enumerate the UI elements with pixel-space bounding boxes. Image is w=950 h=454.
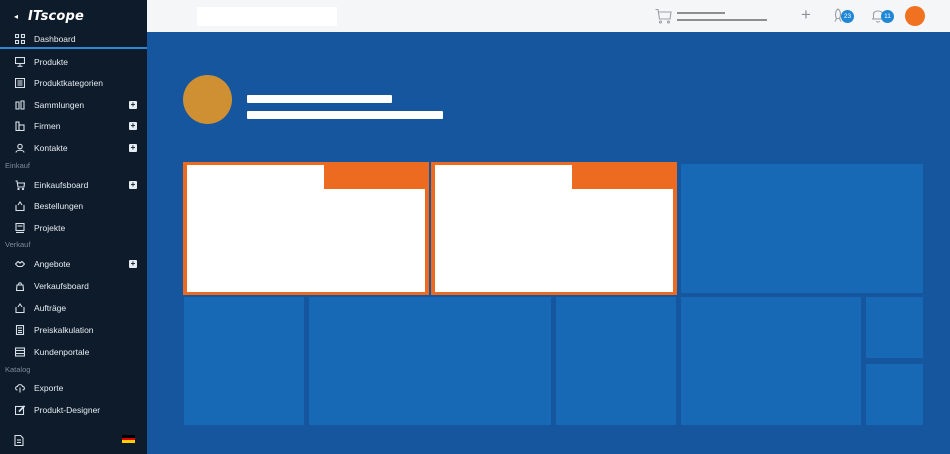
card-header-placeholder <box>187 165 324 189</box>
sidebar-item-label: Bestellungen <box>34 201 84 211</box>
sidebar: ◂ ITscope Dashboard Produkte Produktkate… <box>0 0 147 454</box>
cart-icon[interactable] <box>655 8 672 24</box>
add-button[interactable]: + <box>801 6 811 24</box>
add-einkaufsboard-button[interactable]: + <box>129 181 137 189</box>
sidebar-item-label: Firmen <box>34 121 61 131</box>
topbar: + 23 11 <box>147 0 950 32</box>
flag-stripe-gold <box>122 440 135 444</box>
card-body <box>435 189 673 292</box>
dashboard-card[interactable] <box>431 162 677 295</box>
orders-box-icon <box>15 303 25 313</box>
bell-badge: 11 <box>881 10 894 23</box>
dashboard-tile[interactable] <box>681 164 923 293</box>
dashboard-card[interactable] <box>183 162 429 295</box>
monitor-icon <box>15 57 25 67</box>
dashboard-tile[interactable] <box>556 297 676 425</box>
contacts-icon <box>15 143 25 153</box>
cart-summary-line <box>677 12 725 14</box>
sidebar-item-label: Kundenportale <box>34 347 90 357</box>
brand-header: ◂ ITscope <box>0 0 147 32</box>
document-icon[interactable] <box>14 433 24 447</box>
add-angebot-button[interactable]: + <box>129 260 137 268</box>
section-einkauf: Einkauf <box>5 161 31 170</box>
sidebar-item-firmen[interactable]: Firmen + <box>0 117 147 135</box>
collapse-sidebar-icon[interactable]: ◂ <box>14 12 18 21</box>
dashboard-tile[interactable] <box>866 297 923 358</box>
add-firma-button[interactable]: + <box>129 122 137 130</box>
sales-bag-icon <box>15 281 25 291</box>
profile-subtitle-placeholder <box>247 111 443 119</box>
language-flag-de[interactable] <box>122 435 135 444</box>
collections-icon <box>15 100 25 110</box>
sidebar-item-label: Projekte <box>34 223 66 233</box>
projects-icon <box>15 223 25 233</box>
cart-icon <box>15 180 25 190</box>
sidebar-item-label: Angebote <box>34 259 71 269</box>
rocket-badge: 23 <box>841 10 854 23</box>
sidebar-item-angebote[interactable]: Angebote + <box>0 255 147 273</box>
sidebar-item-label: Produkt-Designer <box>34 405 101 415</box>
sidebar-item-label: Einkaufsboard <box>34 180 89 190</box>
sidebar-item-label: Sammlungen <box>34 100 85 110</box>
add-sammlung-button[interactable]: + <box>129 101 137 109</box>
card-body <box>187 189 425 292</box>
sidebar-item-label: Exporte <box>34 383 64 393</box>
sidebar-item-produktkategorien[interactable]: Produktkategorien <box>0 74 147 92</box>
profile-name-placeholder <box>247 95 392 103</box>
add-kontakt-button[interactable]: + <box>129 144 137 152</box>
offers-icon <box>15 259 25 269</box>
card-header-placeholder <box>435 165 572 189</box>
sidebar-item-label: Produkte <box>34 57 69 67</box>
sidebar-item-produkte[interactable]: Produkte <box>0 53 147 71</box>
sidebar-item-label: Verkaufsboard <box>34 281 89 291</box>
sidebar-item-label: Preiskalkulation <box>34 325 94 335</box>
building-icon <box>15 121 25 131</box>
sidebar-item-label: Produktkategorien <box>34 78 103 88</box>
sidebar-item-sammlungen[interactable]: Sammlungen + <box>0 96 147 114</box>
sidebar-item-verkaufsboard[interactable]: Verkaufsboard <box>0 277 147 295</box>
dashboard-tile[interactable] <box>866 364 923 425</box>
sidebar-item-kontakte[interactable]: Kontakte + <box>0 139 147 157</box>
sidebar-item-label: Kontakte <box>34 143 68 153</box>
dashboard-tile[interactable] <box>681 297 861 425</box>
sidebar-item-einkaufsboard[interactable]: Einkaufsboard + <box>0 176 147 194</box>
category-list-icon <box>15 78 25 88</box>
dashboard-tile[interactable] <box>184 297 304 425</box>
sidebar-item-label: Dashboard <box>34 34 76 44</box>
sidebar-item-preiskalkulation[interactable]: Preiskalkulation <box>0 321 147 339</box>
calculator-icon <box>15 325 25 335</box>
section-verkauf: Verkauf <box>5 240 31 249</box>
portal-icon <box>15 347 25 357</box>
sidebar-item-bestellungen[interactable]: Bestellungen <box>0 197 147 215</box>
dashboard-tile[interactable] <box>309 297 551 425</box>
sidebar-item-label: Aufträge <box>34 303 67 313</box>
sidebar-item-produkt-designer[interactable]: Produkt-Designer <box>0 401 147 419</box>
cart-summary-line <box>677 19 767 21</box>
section-katalog: Katalog <box>5 365 31 374</box>
user-avatar[interactable] <box>905 6 925 26</box>
orders-icon <box>15 201 25 211</box>
search-input[interactable] <box>197 7 337 26</box>
cloud-export-icon <box>15 383 25 393</box>
sidebar-item-dashboard[interactable]: Dashboard <box>0 31 147 49</box>
sidebar-item-exporte[interactable]: Exporte <box>0 379 147 397</box>
dashboard-grid-icon <box>15 34 25 44</box>
sidebar-item-auftraege[interactable]: Aufträge <box>0 299 147 317</box>
edit-designer-icon <box>15 405 25 415</box>
sidebar-item-kundenportale[interactable]: Kundenportale <box>0 343 147 361</box>
sidebar-item-projekte[interactable]: Projekte <box>0 219 147 237</box>
itscope-logo[interactable]: ITscope <box>28 9 84 24</box>
profile-avatar <box>183 75 232 124</box>
